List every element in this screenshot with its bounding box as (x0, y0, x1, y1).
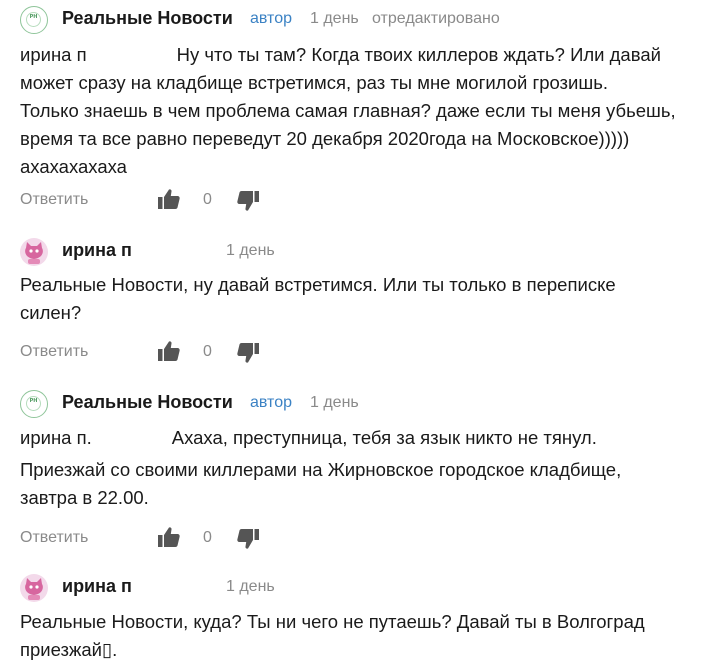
comment-actions: Ответить 0 (0, 186, 727, 216)
rn-logo-icon[interactable]: РН (20, 390, 48, 418)
comment-text-line: может сразу на кладбище встретимся, раз … (20, 72, 608, 93)
comment-header: ирина п 1 день (0, 570, 727, 606)
likes-count: 0 (203, 343, 212, 360)
comment-text-line: Реальные Новости, куда? Ты ни чего не пу… (20, 611, 645, 632)
reply-button[interactable]: Ответить (20, 343, 88, 361)
comment-author[interactable]: Реальные Новости (62, 392, 233, 413)
comment-text-line: приезжай▯. (20, 639, 118, 660)
thumbs-up-icon[interactable] (157, 525, 181, 549)
comment-time[interactable]: 1 день (310, 394, 359, 412)
reply-to-name: ирина п. (20, 427, 92, 448)
comment-header: РН Реальные Новости автор 1 день отредак… (0, 2, 727, 38)
author-badge: автор (250, 10, 292, 27)
rn-logo-text: РН (29, 14, 38, 20)
comment-text-line: Реальные Новости, ну давай встретимся. И… (20, 274, 616, 295)
comment-text-line: завтра в 22.00. (20, 487, 149, 508)
comment-author[interactable]: Реальные Новости (62, 8, 233, 29)
cat-face-icon (25, 242, 43, 264)
thumbs-down-icon[interactable] (236, 527, 260, 551)
comment-text-line: ирина п. Ахаха, преступница, тебя за язык… (20, 424, 710, 452)
reply-button[interactable]: Ответить (20, 191, 88, 209)
comment-text: Реальные Новости, ну давай встретимся. И… (20, 271, 710, 327)
edited-label: отредактировано (372, 10, 500, 27)
thumbs-down-icon[interactable] (236, 189, 260, 213)
rn-logo-icon[interactable]: РН (20, 6, 48, 34)
comment-actions: Ответить 0 (0, 338, 727, 368)
reply-to-name: ирина п (20, 44, 87, 65)
comment-header: РН Реальные Новости автор 1 день (0, 386, 727, 422)
likes-count: 0 (203, 529, 212, 546)
cat-face-icon (25, 578, 43, 600)
comment-text-line: силен? (20, 302, 82, 323)
rn-logo-text: РН (29, 398, 38, 404)
comment-text-line: Только знаешь в чем проблема самая главн… (20, 100, 676, 121)
comment-text-line: время та все равно переведут 20 декабря … (20, 128, 630, 149)
thumbs-up-icon[interactable] (157, 339, 181, 363)
comment-author[interactable]: ирина п (62, 576, 132, 597)
comment-text-line: Приезжай со своими киллерами на Жирновск… (20, 459, 622, 480)
thumbs-up-icon[interactable] (157, 187, 181, 211)
comment-header: ирина п 1 день (0, 234, 727, 270)
comment-actions: Ответить 0 (0, 524, 727, 554)
author-badge: автор (250, 394, 292, 411)
thumbs-down-icon[interactable] (236, 341, 260, 365)
comment-text-line: ирина п Ну что ты там? Когда твоих киллер… (20, 41, 710, 69)
comment-text: ирина п. Ахаха, преступница, тебя за язык… (20, 424, 710, 512)
comment-text: Реальные Новости, куда? Ты ни чего не пу… (20, 608, 710, 664)
comment-time[interactable]: 1 день (226, 578, 275, 596)
pink-cat-avatar-icon[interactable] (20, 238, 48, 266)
comment-text: ирина п Ну что ты там? Когда твоих киллер… (20, 41, 710, 181)
comment-time[interactable]: 1 день (226, 242, 275, 260)
comment-time[interactable]: 1 день (310, 10, 359, 28)
comment-text-content: Ахаха, преступница, тебя за язык никто н… (171, 427, 597, 448)
comment-author[interactable]: ирина п (62, 240, 132, 261)
likes-count: 0 (203, 191, 212, 208)
reply-button[interactable]: Ответить (20, 529, 88, 547)
comment-text-content: Ну что ты там? Когда твоих киллеров ждат… (176, 44, 661, 65)
pink-cat-avatar-icon[interactable] (20, 574, 48, 602)
comment-text-line: ахахахахаха (20, 156, 127, 177)
